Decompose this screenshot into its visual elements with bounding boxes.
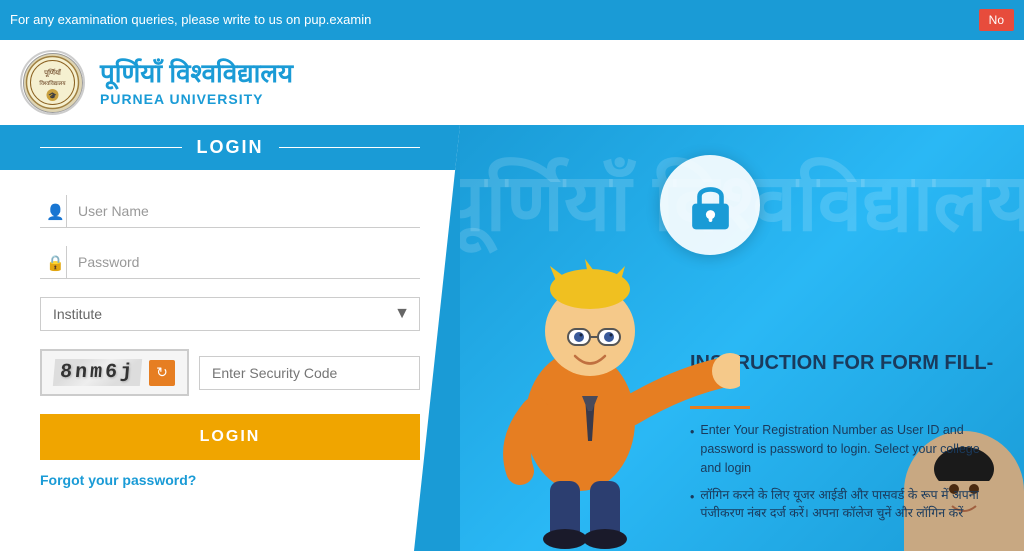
password-input[interactable] bbox=[40, 246, 420, 279]
login-header: LOGIN bbox=[0, 125, 460, 170]
marquee-wrapper: For any examination queries, please writ… bbox=[10, 11, 971, 29]
notification-button[interactable]: No bbox=[979, 9, 1014, 31]
login-button[interactable]: LOGIN bbox=[40, 414, 420, 460]
header-line-left bbox=[40, 147, 182, 148]
captcha-row: 8nm6j ↻ bbox=[40, 349, 420, 396]
uni-name-english: PURNEA UNIVERSITY bbox=[100, 90, 293, 108]
captcha-input[interactable] bbox=[199, 356, 420, 390]
right-panel: पूर्णियाँ विश्वविद्यालय bbox=[460, 125, 1024, 551]
login-title: LOGIN bbox=[197, 137, 264, 158]
login-panel: LOGIN 👤 🔒 Institute ▼ 8nm6j ↻ bbox=[0, 125, 460, 551]
svg-text:विश्वविद्यालय: विश्वविद्यालय bbox=[39, 80, 66, 87]
password-group: 🔒 bbox=[40, 246, 420, 279]
captcha-box: 8nm6j ↻ bbox=[40, 349, 189, 396]
top-bar: For any examination queries, please writ… bbox=[0, 0, 1024, 40]
marquee-text: For any examination queries, please writ… bbox=[10, 12, 371, 27]
user-icon: 👤 bbox=[46, 203, 65, 221]
field-divider-pass bbox=[66, 246, 67, 279]
university-logo: पूर्णियाँ विश्वविद्यालय 🎓 bbox=[20, 50, 85, 115]
username-group: 👤 bbox=[40, 195, 420, 228]
institute-group: Institute ▼ bbox=[40, 297, 420, 331]
university-header: पूर्णियाँ विश्वविद्यालय 🎓 पूर्णियाँ विश्… bbox=[0, 40, 1024, 125]
captcha-value: 8nm6j bbox=[53, 359, 142, 386]
captcha-refresh-button[interactable]: ↻ bbox=[149, 360, 175, 386]
username-input[interactable] bbox=[40, 195, 420, 228]
uni-name-hindi: पूर्णियाँ विश्वविद्यालय bbox=[100, 57, 293, 91]
cartoon-character bbox=[460, 181, 740, 551]
header-line-right bbox=[279, 147, 421, 148]
main-content: LOGIN 👤 🔒 Institute ▼ 8nm6j ↻ bbox=[0, 125, 1024, 551]
lock-icon: 🔒 bbox=[46, 254, 65, 272]
university-name: पूर्णियाँ विश्वविद्यालय PURNEA UNIVERSIT… bbox=[100, 57, 293, 109]
logo-inner: पूर्णियाँ विश्वविद्यालय 🎓 bbox=[23, 53, 83, 113]
forgot-password-link[interactable]: Forgot your password? bbox=[40, 472, 196, 488]
field-divider-user bbox=[66, 195, 67, 228]
svg-text:🎓: 🎓 bbox=[48, 92, 57, 100]
instruction-text-1: Enter Your Registration Number as User I… bbox=[700, 421, 1004, 477]
institute-select[interactable]: Institute bbox=[40, 297, 420, 331]
svg-text:पूर्णियाँ: पूर्णियाँ bbox=[44, 68, 62, 77]
instruction-text-2: लॉगिन करने के लिए यूजर आईडी और पासवर्ड क… bbox=[700, 486, 1004, 524]
